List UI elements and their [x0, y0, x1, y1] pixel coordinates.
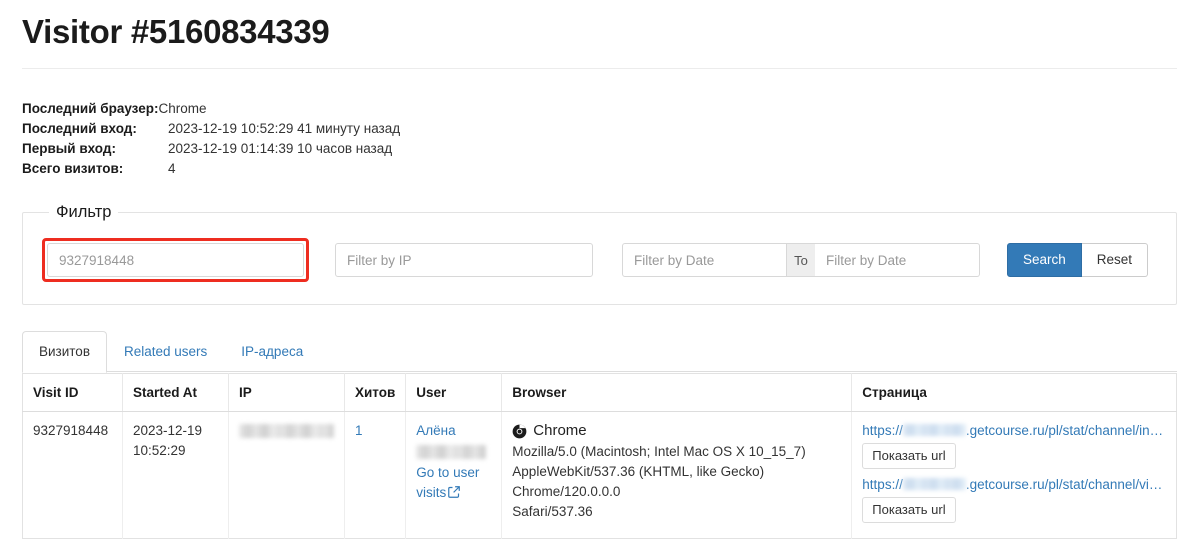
column-header-started-at: Started At — [122, 373, 229, 412]
page-title: Visitor #5160834339 — [22, 13, 330, 50]
cell-user: Алёна Go to user visits — [405, 411, 503, 539]
external-link-icon — [448, 486, 461, 498]
user-agent-line-3: Safari/537.36 — [512, 504, 593, 519]
search-button[interactable]: Search — [1007, 243, 1082, 277]
page-url-2[interactable]: https:// .getcourse.ru/pl/stat/channel/vi… — [862, 475, 1166, 495]
cell-visit-id: 9327918448 — [22, 411, 123, 539]
summary-value-last-visit: 2023-12-19 10:52:29 41 минуту назад — [168, 121, 401, 136]
column-header-browser: Browser — [501, 373, 853, 412]
filter-legend: Фильтр — [56, 203, 112, 221]
page-url-1[interactable]: https:// .getcourse.ru/pl/stat/channel/in… — [862, 421, 1166, 441]
page-url-1-suffix: .getcourse.ru/pl/stat/channel/in… — [965, 423, 1164, 438]
redacted-user-detail — [416, 445, 487, 459]
visit-id-highlight-box — [42, 238, 309, 282]
redacted-domain-1 — [902, 424, 966, 436]
show-url-button-1[interactable]: Показать url — [862, 443, 956, 469]
started-at-time: 10:52:29 — [133, 443, 186, 458]
visitor-summary: Последний браузер: Chrome Последний вход… — [22, 99, 1177, 179]
tab-visits[interactable]: Визитов — [22, 331, 107, 373]
summary-value-last-browser: Chrome — [158, 101, 207, 116]
page-url-2-prefix: https:// — [862, 477, 903, 492]
column-header-ip: IP — [228, 373, 345, 412]
visits-table-body: 9327918448 2023-12-19 10:52:29 1 Алёна G… — [22, 411, 1177, 539]
user-agent-line-2: AppleWebKit/537.36 (KHTML, like Gecko) C… — [512, 464, 765, 499]
filter-button-group: Search Reset — [1007, 243, 1149, 277]
summary-value-first-visit: 2023-12-19 01:14:39 10 часов назад — [168, 141, 393, 156]
filter-date-separator: To — [787, 243, 815, 277]
page-url-2-suffix: .getcourse.ru/pl/stat/channel/vi… — [965, 477, 1163, 492]
filter-visit-id-input[interactable] — [47, 243, 304, 277]
column-header-visit-id: Visit ID — [22, 373, 123, 412]
summary-row-first-visit: Первый вход: 2023-12-19 01:14:39 10 часо… — [22, 139, 1177, 159]
title-divider — [22, 68, 1177, 69]
summary-row-total-visits: Всего визитов: 4 — [22, 159, 1177, 179]
filter-date-range: To — [622, 243, 980, 277]
tab-bar: Визитов Related users IP-адреса — [22, 331, 1177, 373]
filter-date-to-input[interactable] — [815, 243, 980, 277]
cell-started-at: 2023-12-19 10:52:29 — [122, 411, 229, 539]
reset-button[interactable]: Reset — [1081, 243, 1149, 277]
summary-label-total-visits: Всего визитов: — [22, 161, 124, 176]
tab-ip-addresses[interactable]: IP-адреса — [224, 331, 320, 373]
column-header-page: Страница — [851, 373, 1177, 412]
browser-name-line: Chrome — [512, 421, 841, 441]
show-url-button-2[interactable]: Показать url — [862, 497, 956, 523]
page-url-1-prefix: https:// — [862, 423, 903, 438]
summary-row-last-browser: Последний браузер: Chrome — [22, 99, 1177, 119]
cell-browser: Chrome Mozilla/5.0 (Macintosh; Intel Mac… — [501, 411, 853, 539]
redacted-ip-value — [239, 424, 334, 438]
cell-page: https:// .getcourse.ru/pl/stat/channel/in… — [852, 412, 1177, 539]
filter-controls-row: To Search Reset — [37, 238, 1162, 282]
chrome-icon — [512, 424, 527, 438]
cell-hits: 1 — [344, 411, 407, 539]
summary-value-total-visits: 4 — [168, 161, 176, 176]
summary-row-last-visit: Последний вход: 2023-12-19 10:52:29 41 м… — [22, 119, 1177, 139]
redacted-domain-2 — [902, 478, 966, 490]
column-header-hits: Хитов — [344, 373, 407, 412]
browser-name: Chrome — [533, 422, 587, 439]
tab-related-users[interactable]: Related users — [107, 331, 224, 373]
user-name-link[interactable]: Алёна — [416, 423, 455, 438]
summary-label-last-visit: Последний вход: — [22, 121, 137, 136]
hits-link[interactable]: 1 — [355, 423, 363, 438]
cell-ip — [228, 411, 345, 539]
summary-label-first-visit: Первый вход: — [22, 141, 116, 156]
visitor-detail-page: Visitor #5160834339 Последний браузер: C… — [0, 12, 1199, 555]
table-header-row: Visit ID Started At IP Хитов User Browse… — [22, 373, 1177, 412]
summary-label-last-browser: Последний браузер: — [22, 101, 159, 116]
filter-date-from-input[interactable] — [622, 243, 787, 277]
table-row: 9327918448 2023-12-19 10:52:29 1 Алёна G… — [22, 411, 1177, 539]
visits-table-head: Visit ID Started At IP Хитов User Browse… — [22, 373, 1177, 412]
filter-panel: Фильтр To Search Reset — [22, 203, 1177, 305]
column-header-user: User — [405, 373, 503, 412]
user-agent-line-1: Mozilla/5.0 (Macintosh; Intel Mac OS X 1… — [512, 444, 806, 459]
started-at-date: 2023-12-19 — [133, 423, 203, 438]
filter-ip-input[interactable] — [335, 243, 593, 277]
visits-table: Visit ID Started At IP Хитов User Browse… — [22, 373, 1177, 539]
